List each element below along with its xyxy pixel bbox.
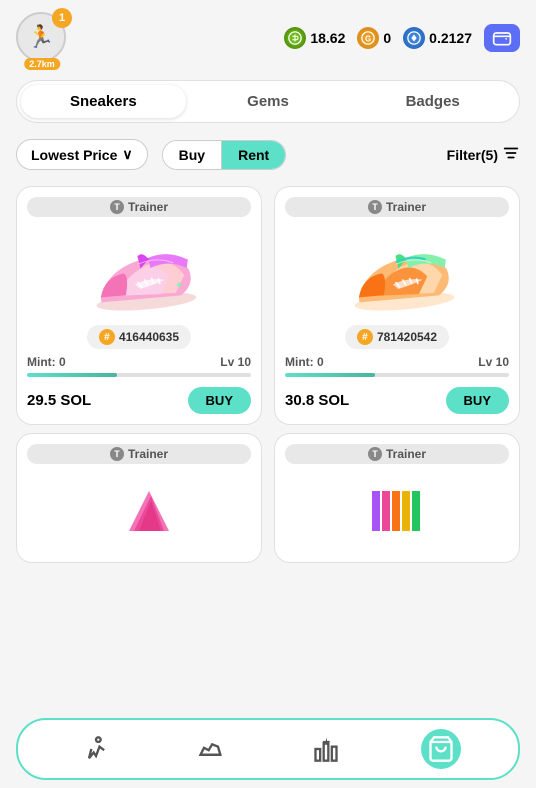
progress-bar-1 xyxy=(27,373,251,377)
level-label-1: Lv 10 xyxy=(220,355,251,369)
tab-sneakers[interactable]: Sneakers xyxy=(21,85,186,118)
distance-label: 2.7km xyxy=(24,58,60,70)
card-footer-2: 30.8 SOL BUY xyxy=(285,387,509,414)
price-2: 30.8 SOL xyxy=(285,392,349,409)
hash-icon-2: # xyxy=(357,329,373,345)
gold-coin-stat: G 0 xyxy=(357,27,391,49)
bottom-nav xyxy=(16,718,520,780)
card-id-1: # 416440635 xyxy=(87,325,191,349)
trainer-label-4: Trainer xyxy=(386,447,426,461)
sneaker-card-3: T Trainer xyxy=(16,433,262,563)
level-label-2: Lv 10 xyxy=(478,355,509,369)
buy-button-1[interactable]: BUY xyxy=(188,387,251,414)
card-number-1: 416440635 xyxy=(119,330,179,344)
progress-bar-2 xyxy=(285,373,509,377)
chevron-down-icon: ∨ xyxy=(122,146,132,163)
card-id-2: # 781420542 xyxy=(345,325,449,349)
trainer-icon-3: T xyxy=(110,447,124,461)
green-coin-icon xyxy=(284,27,306,49)
buy-toggle-button[interactable]: Buy xyxy=(163,141,222,169)
rent-toggle-button[interactable]: Rent xyxy=(222,141,285,169)
green-coin-stat: 18.62 xyxy=(284,27,345,49)
avatar-container[interactable]: 🏃 1 2.7km xyxy=(16,12,68,64)
trainer-label-1: Trainer xyxy=(128,200,168,214)
nav-sneaker[interactable] xyxy=(191,729,231,769)
card-type-1: T Trainer xyxy=(27,197,251,217)
progress-fill-1 xyxy=(27,373,117,377)
sort-button[interactable]: Lowest Price ∨ xyxy=(16,139,148,170)
nav-marketplace[interactable] xyxy=(421,729,461,769)
card-type-2: T Trainer xyxy=(285,197,509,217)
tab-badges[interactable]: Badges xyxy=(350,85,515,118)
card-type-3: T Trainer xyxy=(27,444,251,464)
wallet-button[interactable] xyxy=(484,24,520,52)
card-footer-1: 29.5 SOL BUY xyxy=(27,387,251,414)
blue-coin-stat: 0.2127 xyxy=(403,27,472,49)
svg-text:G: G xyxy=(365,35,371,44)
filter-icon xyxy=(502,144,520,165)
sneaker-image-1: ✦ xyxy=(75,224,202,324)
trainer-icon-1: T xyxy=(110,200,124,214)
filter-label: Filter(5) xyxy=(447,147,498,163)
cards-grid: T Trainer xyxy=(0,178,536,433)
price-1: 29.5 SOL xyxy=(27,392,91,409)
sneaker-card-4: T Trainer xyxy=(274,433,520,563)
mint-label-1: Mint: 0 xyxy=(27,355,66,369)
card-number-2: 781420542 xyxy=(377,330,437,344)
hash-icon-1: # xyxy=(99,329,115,345)
trainer-icon-4: T xyxy=(368,447,382,461)
gold-coin-value: 0 xyxy=(383,30,391,46)
buy-button-2[interactable]: BUY xyxy=(446,387,509,414)
svg-text:✦: ✦ xyxy=(175,280,184,292)
gold-coin-icon: G xyxy=(357,27,379,49)
notification-badge: 1 xyxy=(52,8,72,28)
buy-rent-toggle: Buy Rent xyxy=(162,140,287,170)
progress-fill-2 xyxy=(285,373,375,377)
trainer-icon-2: T xyxy=(368,200,382,214)
sneaker-card-2: T Trainer xyxy=(274,186,520,425)
blue-coin-icon xyxy=(403,27,425,49)
nav-leaderboard[interactable] xyxy=(306,729,346,769)
sneaker-card-1: T Trainer xyxy=(16,186,262,425)
trainer-label-2: Trainer xyxy=(386,200,426,214)
header-stats: 18.62 G 0 0.2127 xyxy=(284,24,520,52)
partial-image-4 xyxy=(357,470,437,552)
header: 🏃 1 2.7km 18.62 G 0 0.2127 xyxy=(0,0,536,72)
card-stats-1: Mint: 0 Lv 10 xyxy=(27,355,251,369)
card-type-4: T Trainer xyxy=(285,444,509,464)
card-stats-2: Mint: 0 Lv 10 xyxy=(285,355,509,369)
green-coin-value: 18.62 xyxy=(310,30,345,46)
mint-label-2: Mint: 0 xyxy=(285,355,324,369)
tab-bar: Sneakers Gems Badges xyxy=(16,80,520,123)
tab-gems[interactable]: Gems xyxy=(186,85,351,118)
sneaker-image-2 xyxy=(333,224,460,324)
filter-bar: Lowest Price ∨ Buy Rent Filter(5) xyxy=(0,131,536,178)
filter-button[interactable]: Filter(5) xyxy=(447,144,520,165)
partial-cards-row: T Trainer T Trainer xyxy=(0,433,536,563)
blue-coin-value: 0.2127 xyxy=(429,30,472,46)
nav-run[interactable] xyxy=(76,729,116,769)
sort-label: Lowest Price xyxy=(31,147,117,163)
trainer-label-3: Trainer xyxy=(128,447,168,461)
partial-image-3 xyxy=(99,470,179,552)
